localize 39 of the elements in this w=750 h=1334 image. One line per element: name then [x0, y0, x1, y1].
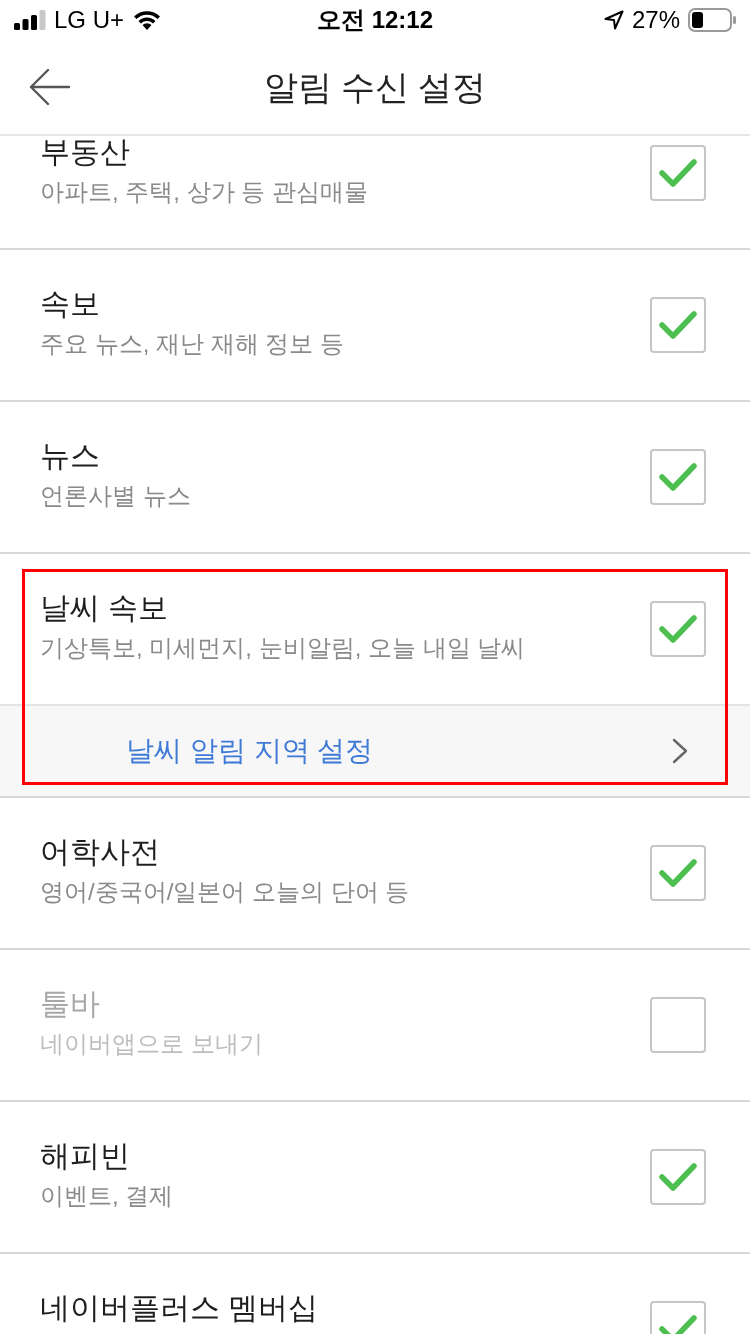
battery-percent: 27%	[631, 5, 680, 35]
setting-title: 부동산	[40, 136, 131, 170]
checkbox[interactable]	[650, 297, 706, 353]
checkbox[interactable]	[650, 145, 706, 201]
setting-title: 네이버플러스 멤버십	[40, 1290, 320, 1326]
location-arrow-icon	[603, 10, 624, 30]
back-arrow-icon[interactable]	[28, 68, 70, 106]
checkbox[interactable]	[650, 601, 706, 657]
checkmark-icon	[659, 463, 697, 491]
carrier-label: LG U+	[54, 5, 125, 35]
setting-description: 이벤트, 결제	[40, 1181, 175, 1211]
setting-title: 속보	[40, 286, 101, 322]
checkmark-icon	[659, 311, 697, 339]
setting-title: 툴바	[40, 986, 101, 1022]
setting-description: 기상특보, 미세먼지, 눈비알림, 오늘 내일 날씨	[40, 633, 527, 663]
checkmark-icon	[659, 1163, 697, 1191]
setting-title: 날씨 속보	[40, 590, 170, 626]
clock-time: 오전 12:12	[316, 5, 434, 35]
setting-title: 해피빈	[40, 1138, 131, 1174]
chevron-right-icon	[672, 738, 688, 764]
checkbox[interactable]	[650, 1149, 706, 1205]
setting-description: 아파트, 주택, 상가 등 관심매물	[40, 177, 369, 207]
setting-description: 영어/중국어/일본어 오늘의 단어 등	[40, 877, 411, 907]
wifi-icon	[132, 9, 163, 31]
checkbox[interactable]	[650, 997, 706, 1053]
setting-title: 뉴스	[40, 438, 101, 474]
setting-title: 어학사전	[40, 834, 161, 870]
screen-title: 알림 수신 설정	[262, 66, 488, 108]
checkbox[interactable]	[650, 449, 706, 505]
checkmark-icon	[659, 859, 697, 887]
checkmark-icon	[659, 159, 697, 187]
setting-description: 언론사별 뉴스	[40, 481, 192, 511]
battery-icon	[688, 8, 736, 32]
setting-description: 주요 뉴스, 재난 재해 정보 등	[40, 329, 345, 359]
signal-icon	[14, 10, 46, 30]
checkbox[interactable]	[650, 845, 706, 901]
region-settings-link[interactable]: 날씨 알림 지역 설정	[0, 704, 750, 796]
checkmark-icon	[659, 615, 697, 643]
setting-description: 네이버앱으로 보내기	[40, 1029, 264, 1059]
